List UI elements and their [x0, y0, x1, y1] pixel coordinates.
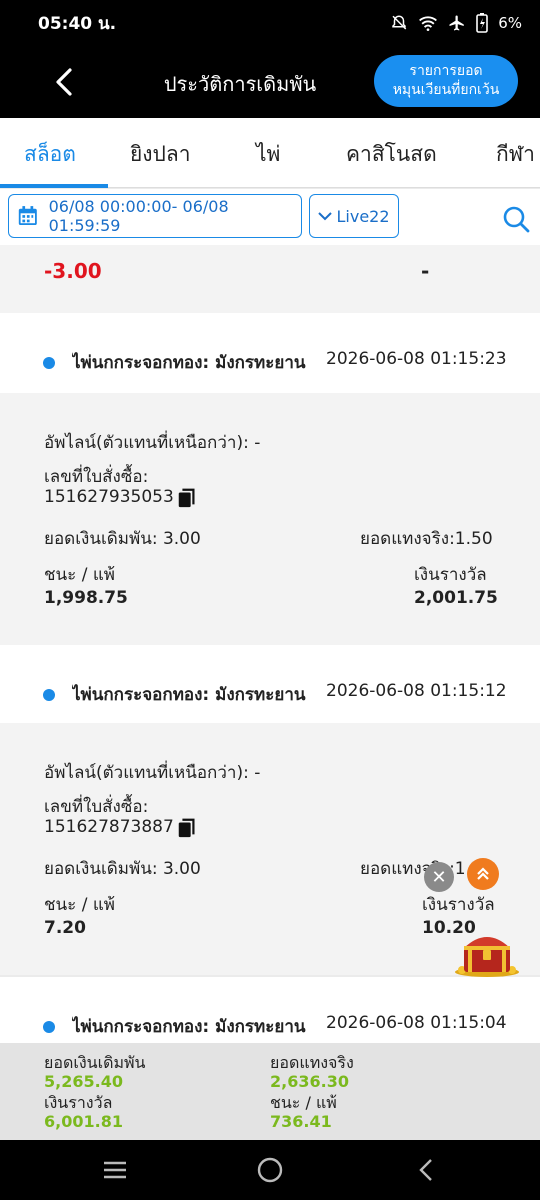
- record-prize-label: เงินรางวัล: [414, 565, 487, 585]
- record-game-name: ไพ่นกกระจอกทอง: มังกรทะยาน: [72, 353, 306, 373]
- record-bet-amount: ยอดเงินเดิมพัน: 3.00: [44, 529, 201, 549]
- tab-fishing[interactable]: ยิงปลา: [130, 138, 191, 171]
- system-back-button[interactable]: [410, 1154, 442, 1186]
- record-details: อัพไลน์(ตัวแทนที่เหนือกว่า): - เลขที่ใบส…: [0, 393, 540, 645]
- tab-live-casino[interactable]: คาสิโนสด: [346, 138, 437, 171]
- record-header[interactable]: ไพ่นกกระจอกทอง: มังกรทะยาน 2026-06-08 01…: [0, 313, 540, 393]
- calendar-icon: [18, 206, 37, 226]
- excluded-turnover-button[interactable]: รายการยอด หมุนเวียนที่ยกเว้น: [374, 55, 518, 107]
- date-range-value: 06/08 00:00:00- 06/08 01:59:59: [48, 197, 229, 235]
- record-order-number: 151627873887: [44, 817, 174, 837]
- partial-prize: -: [421, 259, 430, 283]
- record-time: 2026-06-08 01:15:04: [326, 1013, 507, 1033]
- partial-record: -3.00 -: [0, 245, 540, 313]
- status-dot: [43, 357, 55, 369]
- summary-prize-value: 6,001.81: [44, 1112, 123, 1131]
- status-dot: [43, 1021, 55, 1033]
- copy-icon[interactable]: [176, 487, 198, 509]
- record-upline: อัพไลน์(ตัวแทนที่เหนือกว่า): -: [44, 763, 261, 783]
- close-icon: ✕: [431, 866, 447, 888]
- notifications-off-icon: [390, 14, 408, 32]
- record-order-label: เลขที่ใบสั่งซื้อ:: [44, 467, 149, 487]
- page-title: ประวัติการเดิมพัน: [163, 72, 317, 96]
- system-nav-bar: [0, 1140, 540, 1200]
- back-button[interactable]: [44, 62, 84, 102]
- game-provider-value: Live22: [336, 206, 390, 226]
- record-valid-bet: ยอดแทงจริง:1.50: [360, 529, 493, 549]
- record-win-loss: 7.20: [44, 918, 86, 938]
- search-icon[interactable]: [500, 203, 532, 235]
- record-game-name: ไพ่นกกระจอกทอง: มังกรทะยาน: [72, 1017, 306, 1037]
- record-game-name: ไพ่นกกระจอกทอง: มังกรทะยาน: [72, 685, 306, 705]
- excluded-turnover-label-2: หมุนเวียนที่ยกเว้น: [392, 82, 500, 98]
- wifi-icon: [418, 14, 438, 32]
- app-header: ประวัติการเดิมพัน รายการยอด หมุนเวียนที่…: [0, 46, 540, 118]
- category-tabs: สล็อต ยิงปลา ไพ่ คาสิโนสด กีฬา: [0, 118, 540, 188]
- status-bar: 05:40 น. 6%: [0, 0, 540, 46]
- battery-level: 6%: [498, 14, 522, 32]
- home-button[interactable]: [254, 1154, 286, 1186]
- battery-charging-icon: [476, 13, 489, 33]
- record-bet-amount: ยอดเงินเดิมพัน: 3.00: [44, 859, 201, 879]
- airplane-mode-icon: [448, 14, 466, 32]
- record-upline: อัพไลน์(ตัวแทนที่เหนือกว่า): -: [44, 433, 261, 453]
- record-win-loss: 1,998.75: [44, 588, 128, 608]
- chevron-left-icon: [56, 68, 72, 96]
- record-prize: 2,001.75: [414, 588, 498, 608]
- record-win-loss-label: ชนะ / แพ้: [44, 565, 115, 585]
- summary-valid-value: 2,636.30: [270, 1072, 349, 1091]
- summary-winloss-value: 736.41: [270, 1112, 332, 1131]
- close-float-button[interactable]: ✕: [424, 862, 454, 892]
- status-time: 05:40 น.: [38, 13, 117, 34]
- summary-bet-value: 5,265.40: [44, 1072, 123, 1091]
- record-header[interactable]: ไพ่นกกระจอกทอง: มังกรทะยาน 2026-06-08 01…: [0, 977, 540, 1043]
- record-time: 2026-06-08 01:15:23: [326, 349, 507, 369]
- filter-bar: 06/08 00:00:00- 06/08 01:59:59 Live22: [0, 189, 540, 245]
- status-icons: 6%: [390, 13, 522, 33]
- copy-icon[interactable]: [176, 817, 198, 839]
- home-circle-icon: [257, 1157, 283, 1183]
- tab-slots[interactable]: สล็อต: [24, 138, 76, 171]
- active-tab-indicator: [0, 184, 108, 188]
- treasure-chest-icon[interactable]: [452, 928, 522, 978]
- summary-panel: ยอดเงินเดิมพัน 5,265.40 ยอดแทงจริง 2,636…: [0, 1043, 540, 1140]
- bet-history-list: -3.00 - ไพ่นกกระจอกทอง: มังกรทะยาน 2026-…: [0, 245, 540, 1043]
- record-time: 2026-06-08 01:15:12: [326, 681, 507, 701]
- record-prize-label: เงินรางวัล: [422, 895, 495, 915]
- date-range-picker[interactable]: 06/08 00:00:00- 06/08 01:59:59: [8, 194, 302, 238]
- status-dot: [43, 689, 55, 701]
- game-provider-select[interactable]: Live22: [309, 194, 399, 238]
- scroll-top-button[interactable]: [467, 858, 499, 890]
- record-win-loss-label: ชนะ / แพ้: [44, 895, 115, 915]
- excluded-turnover-label-1: รายการยอด: [409, 63, 483, 79]
- tab-sports[interactable]: กีฬา: [496, 138, 535, 171]
- recent-apps-button[interactable]: [99, 1154, 131, 1186]
- partial-win-loss: -3.00: [44, 259, 102, 283]
- menu-lines-icon: [104, 1161, 126, 1179]
- chevron-down-icon: [318, 212, 333, 221]
- record-order-label: เลขที่ใบสั่งซื้อ:: [44, 797, 149, 817]
- chevron-left-icon: [419, 1159, 432, 1181]
- double-chevron-up-icon: [477, 867, 489, 880]
- record-header[interactable]: ไพ่นกกระจอกทอง: มังกรทะยาน 2026-06-08 01…: [0, 645, 540, 725]
- record-order-number: 151627935053: [44, 487, 174, 507]
- tab-cards[interactable]: ไพ่: [256, 138, 280, 171]
